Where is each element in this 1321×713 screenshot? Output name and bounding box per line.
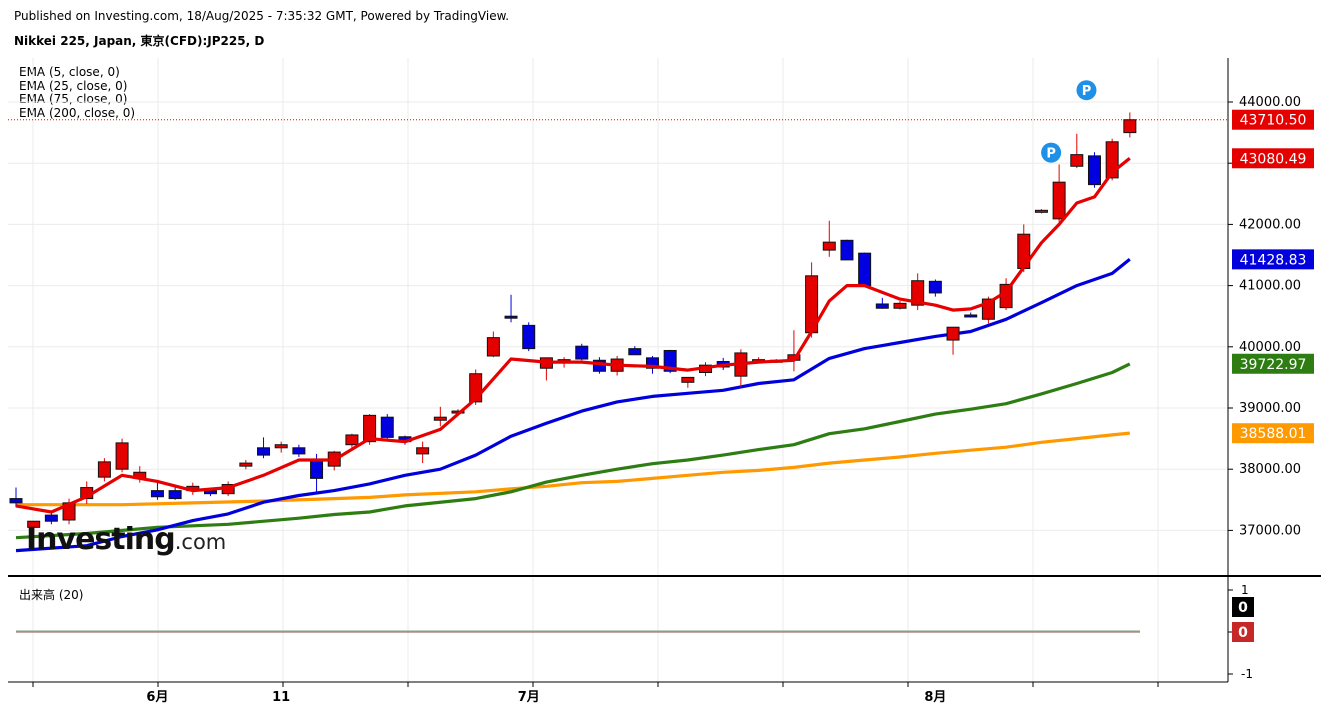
candle-body bbox=[504, 315, 518, 319]
candle-body bbox=[44, 514, 58, 522]
candle-body bbox=[292, 447, 306, 455]
y-tick-label: 44000.00 bbox=[1239, 95, 1301, 110]
candle-body bbox=[115, 442, 129, 470]
logo-main: Investing bbox=[26, 522, 176, 557]
x-tick-label: 6月 bbox=[146, 690, 168, 705]
price-chart[interactable]: 44000.0043000.0042000.0041000.0040000.00… bbox=[0, 0, 1321, 713]
candle-body bbox=[345, 434, 359, 446]
ema-price-tag-3: 38588.01 bbox=[1240, 426, 1307, 442]
x-tick-label: 8月 bbox=[924, 690, 946, 705]
marker-label: P bbox=[1046, 147, 1056, 162]
candle-body bbox=[964, 314, 978, 318]
candle-body bbox=[486, 337, 500, 357]
candle-body bbox=[681, 376, 695, 383]
y-tick-label: 41000.00 bbox=[1239, 279, 1301, 294]
x-tick-label: 7月 bbox=[518, 690, 540, 705]
vol-tag-black: 0 bbox=[1238, 600, 1248, 616]
candle-body bbox=[875, 303, 889, 309]
candle-body bbox=[928, 280, 942, 294]
vol-tick-label: -1 bbox=[1241, 667, 1253, 681]
vol-tick-label: 1 bbox=[1241, 583, 1249, 597]
y-tick-label: 38000.00 bbox=[1239, 462, 1301, 477]
last-price-tag: 43710.50 bbox=[1240, 113, 1307, 129]
candle-body bbox=[1070, 154, 1084, 167]
ema-price-tag-1: 41428.83 bbox=[1240, 252, 1307, 268]
marker-label: P bbox=[1082, 84, 1092, 99]
y-tick-label: 40000.00 bbox=[1239, 340, 1301, 355]
candles-group bbox=[9, 112, 1137, 534]
candle-body bbox=[840, 239, 854, 261]
ema-price-tag-0: 43080.49 bbox=[1240, 151, 1307, 167]
ema-price-tag-2: 39722.97 bbox=[1240, 357, 1307, 373]
candle-body bbox=[1123, 119, 1137, 134]
logo-suffix: .com bbox=[174, 530, 227, 554]
candle-body bbox=[239, 462, 253, 467]
candle-body bbox=[575, 345, 589, 360]
y-tick-label: 37000.00 bbox=[1239, 523, 1301, 538]
candle-body bbox=[168, 490, 182, 500]
candle-body bbox=[310, 459, 324, 479]
candle-body bbox=[822, 241, 836, 251]
x-tick-label: 11 bbox=[272, 690, 290, 705]
candle-body bbox=[416, 447, 430, 455]
investing-logo: Investing.com bbox=[26, 522, 226, 557]
vol-tag-red: 0 bbox=[1238, 625, 1248, 641]
candle-body bbox=[203, 490, 217, 495]
volume-label[interactable]: 出来高 (20) bbox=[19, 586, 83, 603]
candle-body bbox=[1052, 181, 1066, 220]
candle-body bbox=[1087, 155, 1101, 186]
ema-line-1 bbox=[15, 258, 1131, 553]
candle-body bbox=[97, 461, 111, 478]
candle-body bbox=[522, 324, 536, 350]
candle-body bbox=[1034, 209, 1048, 213]
candle-body bbox=[858, 252, 872, 287]
candle-body bbox=[628, 348, 642, 356]
y-tick-label: 42000.00 bbox=[1239, 217, 1301, 232]
candle-body bbox=[946, 326, 960, 341]
candle-body bbox=[274, 444, 288, 449]
y-tick-label: 39000.00 bbox=[1239, 401, 1301, 416]
candle-body bbox=[150, 490, 164, 498]
candle-body bbox=[9, 498, 23, 504]
ema-line-0 bbox=[15, 157, 1131, 514]
candle-body bbox=[257, 447, 271, 456]
candle-body bbox=[433, 416, 447, 421]
candle-body bbox=[893, 302, 907, 309]
candle-body bbox=[380, 416, 394, 438]
